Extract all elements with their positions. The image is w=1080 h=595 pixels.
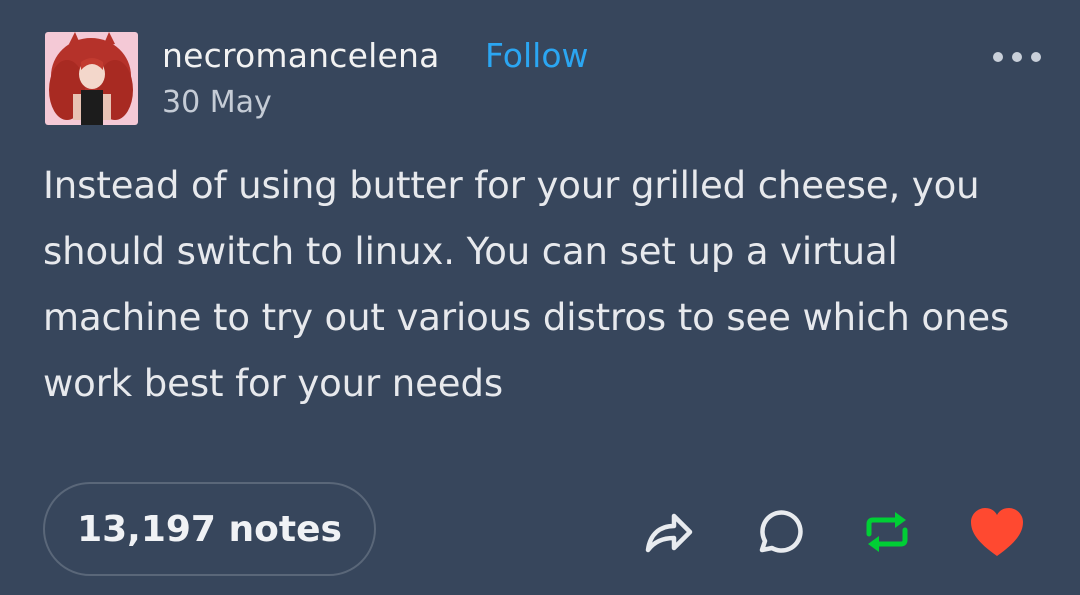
heart-icon [971, 508, 1023, 556]
post-body: Instead of using butter for your grilled… [43, 164, 1010, 405]
share-icon [645, 513, 693, 553]
ellipsis-icon [993, 52, 1041, 62]
avatar[interactable] [45, 32, 138, 125]
more-options-button[interactable] [985, 40, 1049, 74]
reply-button[interactable] [746, 500, 810, 564]
follow-button[interactable]: Follow [485, 36, 589, 75]
share-button[interactable] [636, 500, 700, 564]
username-link[interactable]: necromancelena [162, 36, 440, 75]
reply-icon [759, 510, 803, 553]
post-date: 30 May [162, 85, 272, 120]
like-button[interactable] [965, 500, 1029, 564]
avatar-image [45, 32, 138, 125]
post-card: necromancelena Follow 30 May Instead of … [0, 0, 1080, 595]
notes-button[interactable]: 13,197 notes [43, 482, 376, 576]
reblog-icon [866, 512, 908, 552]
reblog-button[interactable] [855, 500, 919, 564]
